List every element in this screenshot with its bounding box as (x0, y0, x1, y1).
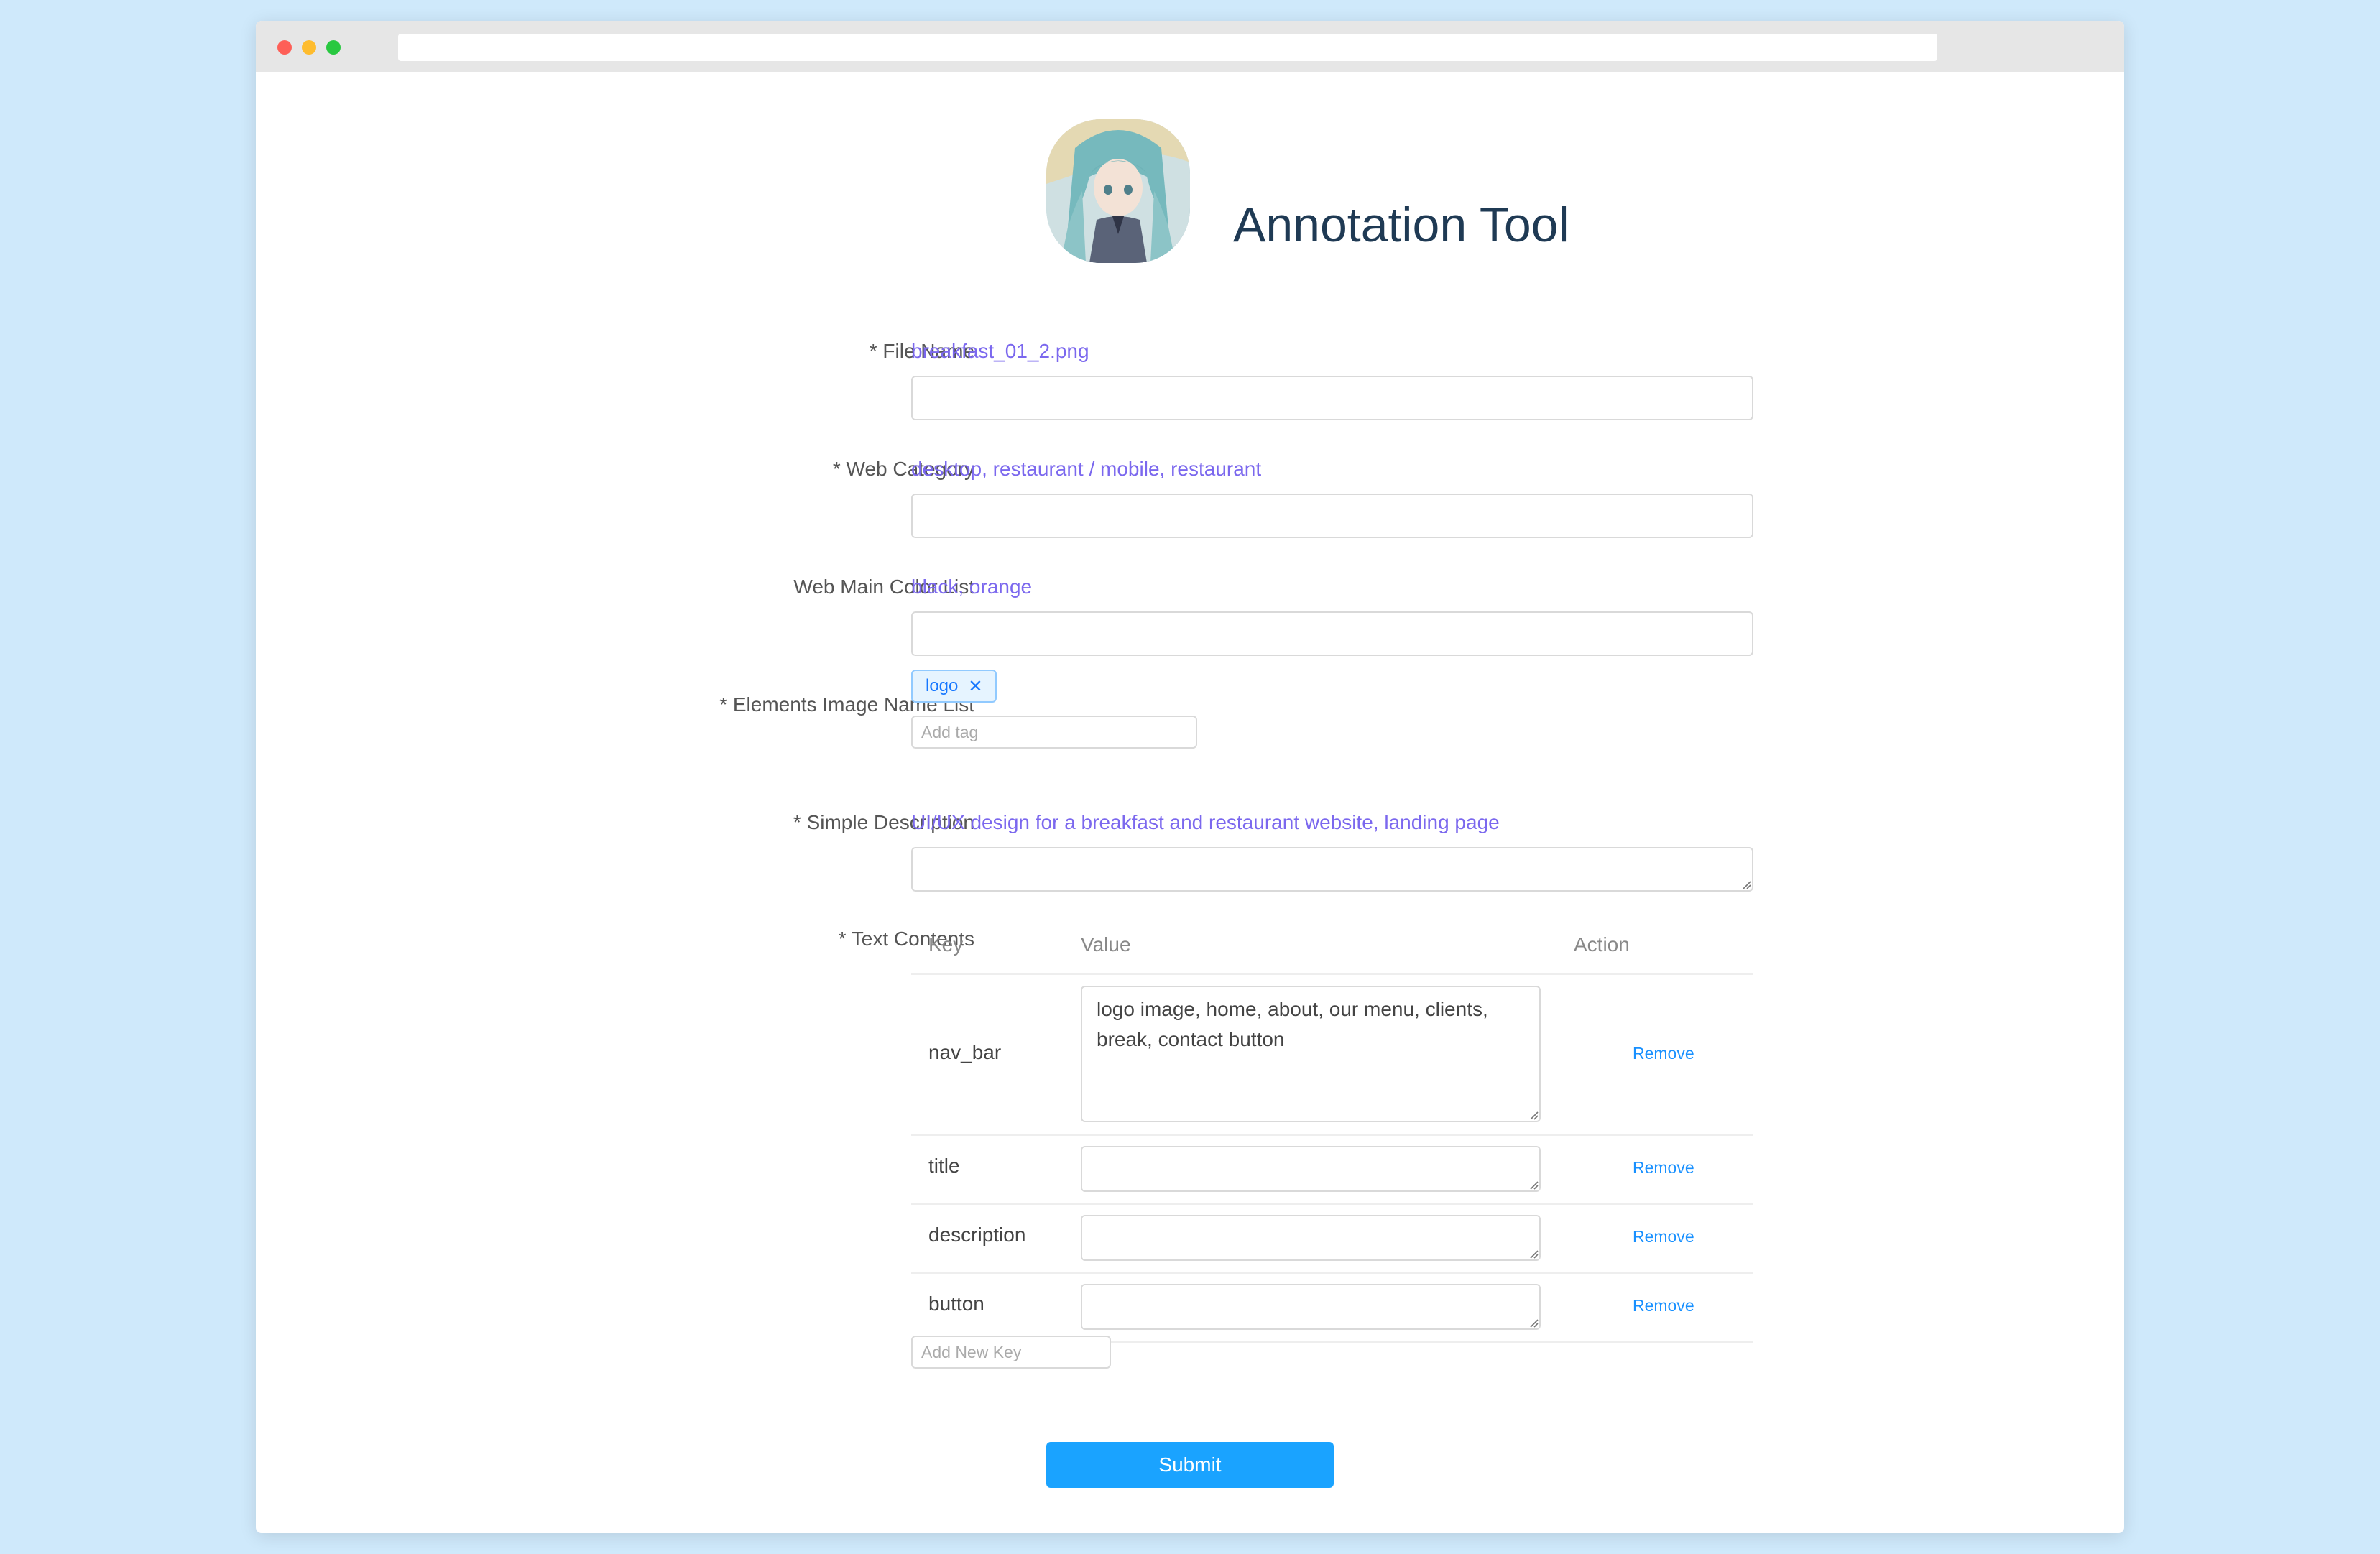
tag-label: logo (926, 676, 959, 695)
web-category-input[interactable] (911, 494, 1753, 538)
row-key: title (928, 1155, 960, 1177)
remove-row-button[interactable]: Remove (1633, 1296, 1694, 1315)
tag-logo: logo ✕ (911, 670, 997, 703)
row-key: button (928, 1292, 984, 1315)
row-value-textarea[interactable] (1081, 1215, 1541, 1261)
resize-handle-icon[interactable] (1528, 1179, 1539, 1190)
resize-handle-icon[interactable] (1528, 1317, 1539, 1328)
row-key: description (928, 1224, 1026, 1246)
row-key: nav_bar (928, 1041, 1002, 1063)
row-value-textarea[interactable]: logo image, home, about, our menu, clien… (1081, 986, 1541, 1122)
resize-handle-icon[interactable] (1528, 1109, 1539, 1121)
row-divider (911, 1272, 1753, 1274)
web-main-color-list-hint: black, orange (911, 575, 1033, 598)
browser-window: Annotation Tool * File Name breakfast_01… (256, 21, 2124, 1533)
row-value-textarea[interactable] (1081, 1146, 1541, 1192)
resize-handle-icon[interactable] (1528, 1248, 1539, 1259)
close-icon[interactable]: ✕ (968, 676, 982, 697)
simple-description-hint: UI/UX design for a breakfast and restaur… (911, 811, 1500, 833)
maximize-window-button[interactable] (326, 40, 341, 55)
avatar-illustration-icon (1046, 119, 1190, 263)
close-window-button[interactable] (277, 40, 292, 55)
window-titlebar (256, 21, 2124, 72)
column-header-key: Key (928, 933, 964, 956)
simple-description-textarea[interactable] (911, 847, 1753, 892)
add-new-key-input[interactable] (911, 1336, 1111, 1369)
add-tag-input[interactable] (911, 716, 1197, 749)
file-name-input[interactable] (911, 376, 1753, 420)
submit-button[interactable]: Submit (1046, 1442, 1334, 1488)
page-title: Annotation Tool (1233, 198, 1569, 252)
web-category-hint: desktop, restaurant / mobile, restaurant (911, 458, 1262, 480)
address-bar[interactable] (398, 34, 1937, 61)
remove-row-button[interactable]: Remove (1633, 1158, 1694, 1178)
column-header-action: Action (1574, 933, 1630, 956)
resize-handle-icon[interactable] (1740, 879, 1752, 890)
remove-row-button[interactable]: Remove (1633, 1044, 1694, 1063)
column-header-value: Value (1081, 933, 1131, 956)
row-divider (911, 1134, 1753, 1136)
row-divider (911, 1203, 1753, 1205)
minimize-window-button[interactable] (302, 40, 316, 55)
header-divider (911, 973, 1753, 975)
file-name-hint: breakfast_01_2.png (911, 340, 1089, 362)
web-main-color-list-input[interactable] (911, 611, 1753, 656)
row-value-textarea[interactable] (1081, 1284, 1541, 1330)
remove-row-button[interactable]: Remove (1633, 1227, 1694, 1247)
